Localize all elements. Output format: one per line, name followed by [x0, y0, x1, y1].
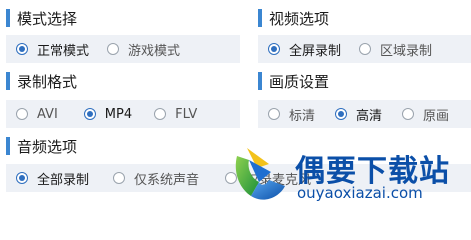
quality-section-title: 画质设置 [258, 71, 329, 91]
option-label: 全部录制 [37, 172, 90, 188]
quality-title: 画质设置 [269, 72, 330, 91]
radio-unchecked-icon[interactable] [113, 172, 126, 184]
radio-checked-icon[interactable] [335, 108, 348, 120]
audio-section-title: 音频选项 [6, 136, 77, 156]
format-title: 录制格式 [17, 72, 78, 91]
option-label: 正常模式 [37, 43, 90, 59]
watermark-url: ouyaoxiazai.com [297, 184, 423, 202]
section-accent-bar [258, 9, 262, 27]
radio-unchecked-icon[interactable] [16, 108, 28, 120]
video-section-title: 视频选项 [258, 8, 329, 28]
section-accent-bar [258, 72, 262, 90]
radio-unchecked-icon[interactable] [268, 108, 280, 120]
option-label: FLV [175, 106, 198, 122]
quality-option-original[interactable]: 原画 [402, 105, 449, 124]
watermark-logo-icon [235, 148, 285, 200]
radio-checked-icon[interactable] [268, 43, 280, 55]
radio-unchecked-icon[interactable] [107, 43, 120, 55]
radio-unchecked-icon[interactable] [402, 108, 415, 120]
radio-unchecked-icon[interactable] [359, 43, 372, 55]
site-watermark: 偶要下载站 ouyaoxiazai.com [229, 140, 471, 207]
audio-title: 音频选项 [17, 137, 78, 156]
option-label: 高清 [356, 108, 383, 124]
option-label: AVI [37, 106, 58, 122]
mode-options: 正常模式 游戏模式 [6, 35, 240, 63]
mode-option-normal[interactable]: 正常模式 [16, 40, 89, 59]
radio-checked-icon[interactable] [16, 43, 28, 55]
section-accent-bar [6, 137, 10, 155]
option-label: 区域录制 [380, 43, 433, 59]
option-label: 游戏模式 [128, 43, 181, 59]
option-label: MP4 [104, 106, 133, 122]
video-option-fullscreen[interactable]: 全屏录制 [268, 40, 341, 59]
quality-option-sd[interactable]: 标清 [268, 105, 315, 124]
option-label: 全屏录制 [289, 43, 342, 59]
audio-option-all[interactable]: 全部录制 [16, 169, 89, 188]
mode-title: 模式选择 [17, 9, 78, 28]
format-section-title: 录制格式 [6, 71, 77, 91]
format-option-avi[interactable]: AVI [16, 107, 58, 122]
video-options: 全屏录制 区域录制 [258, 35, 471, 63]
option-label: 仅系统声音 [134, 172, 200, 188]
quality-option-hd[interactable]: 高清 [335, 105, 382, 124]
video-title: 视频选项 [269, 9, 330, 28]
radio-unchecked-icon[interactable] [154, 108, 167, 120]
format-options: AVI MP4 FLV [6, 100, 240, 128]
section-accent-bar [6, 72, 10, 90]
format-option-flv[interactable]: FLV [154, 107, 197, 122]
option-label: 标清 [289, 108, 316, 124]
audio-option-system[interactable]: 仅系统声音 [113, 169, 199, 188]
quality-options: 标清 高清 原画 [258, 100, 471, 128]
mode-section-title: 模式选择 [6, 8, 77, 28]
format-option-mp4[interactable]: MP4 [83, 106, 133, 122]
option-label: 原画 [423, 108, 450, 124]
video-option-region[interactable]: 区域录制 [359, 40, 432, 59]
radio-checked-icon[interactable] [16, 172, 28, 184]
mode-option-game[interactable]: 游戏模式 [107, 40, 180, 59]
radio-checked-icon[interactable] [83, 108, 96, 120]
section-accent-bar [6, 9, 10, 27]
